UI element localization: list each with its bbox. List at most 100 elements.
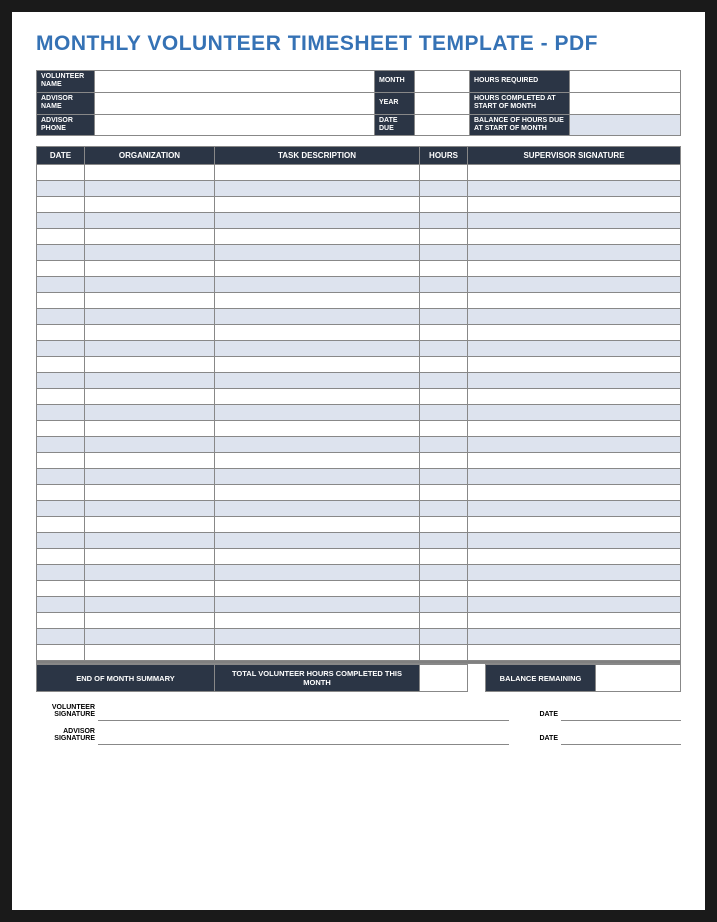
table-cell[interactable]	[468, 597, 681, 613]
table-cell[interactable]	[420, 277, 468, 293]
table-cell[interactable]	[420, 293, 468, 309]
table-cell[interactable]	[468, 229, 681, 245]
hours-required-field[interactable]	[570, 71, 681, 93]
table-cell[interactable]	[37, 645, 85, 661]
table-cell[interactable]	[468, 181, 681, 197]
table-cell[interactable]	[468, 469, 681, 485]
table-cell[interactable]	[37, 597, 85, 613]
table-cell[interactable]	[420, 245, 468, 261]
table-cell[interactable]	[37, 341, 85, 357]
table-cell[interactable]	[37, 261, 85, 277]
table-cell[interactable]	[468, 645, 681, 661]
table-cell[interactable]	[215, 453, 420, 469]
table-cell[interactable]	[215, 629, 420, 645]
table-cell[interactable]	[215, 309, 420, 325]
advisor-date-line[interactable]	[561, 726, 681, 744]
table-cell[interactable]	[215, 421, 420, 437]
table-cell[interactable]	[468, 501, 681, 517]
total-hours-field[interactable]	[420, 665, 468, 692]
table-cell[interactable]	[420, 389, 468, 405]
table-cell[interactable]	[215, 645, 420, 661]
table-cell[interactable]	[85, 613, 215, 629]
table-cell[interactable]	[37, 533, 85, 549]
table-cell[interactable]	[37, 469, 85, 485]
table-cell[interactable]	[37, 581, 85, 597]
table-cell[interactable]	[85, 389, 215, 405]
table-cell[interactable]	[37, 197, 85, 213]
table-cell[interactable]	[420, 309, 468, 325]
table-cell[interactable]	[215, 405, 420, 421]
table-cell[interactable]	[85, 581, 215, 597]
table-cell[interactable]	[37, 565, 85, 581]
table-cell[interactable]	[420, 453, 468, 469]
table-cell[interactable]	[85, 469, 215, 485]
table-cell[interactable]	[420, 421, 468, 437]
table-cell[interactable]	[420, 645, 468, 661]
table-cell[interactable]	[468, 517, 681, 533]
balance-remaining-field[interactable]	[596, 665, 681, 692]
table-cell[interactable]	[85, 325, 215, 341]
table-cell[interactable]	[37, 629, 85, 645]
table-cell[interactable]	[468, 549, 681, 565]
table-cell[interactable]	[420, 437, 468, 453]
table-cell[interactable]	[420, 629, 468, 645]
advisor-name-field[interactable]	[95, 92, 375, 114]
table-cell[interactable]	[420, 181, 468, 197]
table-cell[interactable]	[85, 629, 215, 645]
table-cell[interactable]	[420, 261, 468, 277]
table-cell[interactable]	[37, 213, 85, 229]
table-cell[interactable]	[215, 229, 420, 245]
table-cell[interactable]	[468, 565, 681, 581]
table-cell[interactable]	[215, 373, 420, 389]
date-due-field[interactable]	[415, 114, 470, 136]
table-cell[interactable]	[85, 357, 215, 373]
table-cell[interactable]	[85, 309, 215, 325]
table-cell[interactable]	[37, 165, 85, 181]
table-cell[interactable]	[420, 581, 468, 597]
table-cell[interactable]	[85, 549, 215, 565]
table-cell[interactable]	[468, 197, 681, 213]
table-cell[interactable]	[468, 213, 681, 229]
table-cell[interactable]	[215, 469, 420, 485]
table-cell[interactable]	[420, 613, 468, 629]
hours-completed-field[interactable]	[570, 92, 681, 114]
table-cell[interactable]	[468, 389, 681, 405]
table-cell[interactable]	[37, 421, 85, 437]
table-cell[interactable]	[37, 373, 85, 389]
table-cell[interactable]	[468, 325, 681, 341]
month-field[interactable]	[415, 71, 470, 93]
table-cell[interactable]	[468, 581, 681, 597]
table-cell[interactable]	[420, 549, 468, 565]
table-cell[interactable]	[85, 437, 215, 453]
table-cell[interactable]	[37, 293, 85, 309]
table-cell[interactable]	[37, 181, 85, 197]
table-cell[interactable]	[420, 197, 468, 213]
table-cell[interactable]	[215, 357, 420, 373]
table-cell[interactable]	[37, 325, 85, 341]
table-cell[interactable]	[215, 437, 420, 453]
table-cell[interactable]	[215, 549, 420, 565]
table-cell[interactable]	[215, 181, 420, 197]
table-cell[interactable]	[85, 293, 215, 309]
table-cell[interactable]	[37, 613, 85, 629]
table-cell[interactable]	[468, 341, 681, 357]
year-field[interactable]	[415, 92, 470, 114]
table-cell[interactable]	[468, 453, 681, 469]
table-cell[interactable]	[37, 309, 85, 325]
table-cell[interactable]	[215, 533, 420, 549]
volunteer-name-field[interactable]	[95, 71, 375, 93]
table-cell[interactable]	[420, 229, 468, 245]
table-cell[interactable]	[468, 405, 681, 421]
table-cell[interactable]	[85, 165, 215, 181]
table-cell[interactable]	[420, 485, 468, 501]
table-cell[interactable]	[215, 597, 420, 613]
table-cell[interactable]	[420, 341, 468, 357]
table-cell[interactable]	[215, 501, 420, 517]
table-cell[interactable]	[37, 501, 85, 517]
table-cell[interactable]	[37, 277, 85, 293]
table-cell[interactable]	[37, 229, 85, 245]
table-cell[interactable]	[215, 245, 420, 261]
table-cell[interactable]	[420, 405, 468, 421]
table-cell[interactable]	[420, 357, 468, 373]
table-cell[interactable]	[468, 437, 681, 453]
